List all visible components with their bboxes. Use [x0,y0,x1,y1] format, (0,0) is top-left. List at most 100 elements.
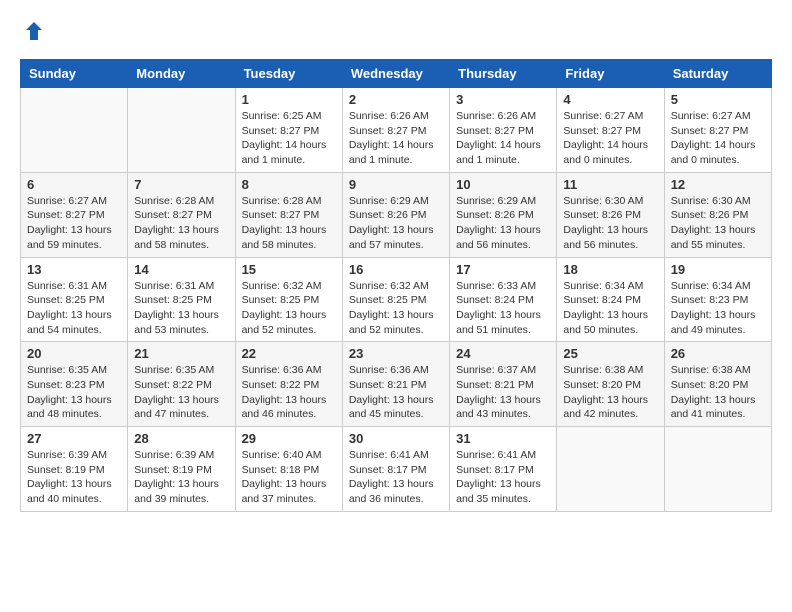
day-number: 3 [456,92,550,107]
day-info: Sunrise: 6:39 AMSunset: 8:19 PMDaylight:… [134,448,228,507]
day-number: 28 [134,431,228,446]
day-info: Sunrise: 6:37 AMSunset: 8:21 PMDaylight:… [456,363,550,422]
day-info: Sunrise: 6:27 AMSunset: 8:27 PMDaylight:… [563,109,657,168]
day-number: 4 [563,92,657,107]
calendar-day-cell: 9 Sunrise: 6:29 AMSunset: 8:26 PMDaylight… [342,172,449,257]
day-number: 16 [349,262,443,277]
day-info: Sunrise: 6:32 AMSunset: 8:25 PMDaylight:… [242,279,336,338]
day-info: Sunrise: 6:38 AMSunset: 8:20 PMDaylight:… [563,363,657,422]
day-number: 27 [27,431,121,446]
calendar-day-cell: 16Sunrise: 6:32 AMSunset: 8:25 PMDayligh… [342,257,449,342]
day-of-week-header: Monday [128,60,235,88]
calendar-day-cell: 25 Sunrise: 6:38 AMSunset: 8:20 PMDayligh… [557,342,664,427]
day-of-week-header: Tuesday [235,60,342,88]
day-info: Sunrise: 6:34 AMSunset: 8:24 PMDaylight:… [563,279,657,338]
calendar-day-cell: 22 Sunrise: 6:36 AMSunset: 8:22 PMDayligh… [235,342,342,427]
day-info: Sunrise: 6:30 AMSunset: 8:26 PMDaylight:… [563,194,657,253]
day-info: Sunrise: 6:38 AMSunset: 8:20 PMDaylight:… [671,363,765,422]
day-number: 18 [563,262,657,277]
day-of-week-header: Wednesday [342,60,449,88]
day-info: Sunrise: 6:27 AMSunset: 8:27 PMDaylight:… [671,109,765,168]
day-number: 13 [27,262,121,277]
calendar-day-cell: 11 Sunrise: 6:30 AMSunset: 8:26 PMDayligh… [557,172,664,257]
logo-text [20,20,46,49]
calendar-day-cell: 19Sunrise: 6:34 AMSunset: 8:23 PMDayligh… [664,257,771,342]
calendar-week-row: 27 Sunrise: 6:39 AMSunset: 8:19 PMDayligh… [21,427,772,512]
day-info: Sunrise: 6:33 AMSunset: 8:24 PMDaylight:… [456,279,550,338]
calendar-day-cell: 27 Sunrise: 6:39 AMSunset: 8:19 PMDayligh… [21,427,128,512]
calendar-week-row: 13 Sunrise: 6:31 AMSunset: 8:25 PMDayligh… [21,257,772,342]
day-info: Sunrise: 6:31 AMSunset: 8:25 PMDaylight:… [27,279,121,338]
calendar-day-cell: 30 Sunrise: 6:41 AMSunset: 8:17 PMDayligh… [342,427,449,512]
day-of-week-header: Sunday [21,60,128,88]
day-info: Sunrise: 6:35 AMSunset: 8:23 PMDaylight:… [27,363,121,422]
day-number: 30 [349,431,443,446]
calendar-day-cell: 10 Sunrise: 6:29 AMSunset: 8:26 PMDayligh… [450,172,557,257]
day-info: Sunrise: 6:30 AMSunset: 8:26 PMDaylight:… [671,194,765,253]
day-number: 12 [671,177,765,192]
day-number: 2 [349,92,443,107]
day-number: 7 [134,177,228,192]
day-number: 26 [671,346,765,361]
day-number: 8 [242,177,336,192]
day-number: 14 [134,262,228,277]
day-info: Sunrise: 6:40 AMSunset: 8:18 PMDaylight:… [242,448,336,507]
calendar-day-cell [21,88,128,173]
calendar-day-cell [128,88,235,173]
calendar-header-row: SundayMondayTuesdayWednesdayThursdayFrid… [21,60,772,88]
day-number: 22 [242,346,336,361]
day-of-week-header: Saturday [664,60,771,88]
day-info: Sunrise: 6:34 AMSunset: 8:23 PMDaylight:… [671,279,765,338]
calendar-week-row: 6 Sunrise: 6:27 AMSunset: 8:27 PMDaylight… [21,172,772,257]
calendar-day-cell: 5 Sunrise: 6:27 AMSunset: 8:27 PMDaylight… [664,88,771,173]
calendar-day-cell: 2 Sunrise: 6:26 AMSunset: 8:27 PMDaylight… [342,88,449,173]
day-number: 25 [563,346,657,361]
day-info: Sunrise: 6:41 AMSunset: 8:17 PMDaylight:… [456,448,550,507]
calendar-day-cell: 3 Sunrise: 6:26 AMSunset: 8:27 PMDaylight… [450,88,557,173]
day-info: Sunrise: 6:27 AMSunset: 8:27 PMDaylight:… [27,194,121,253]
day-number: 20 [27,346,121,361]
calendar-day-cell: 6 Sunrise: 6:27 AMSunset: 8:27 PMDaylight… [21,172,128,257]
day-number: 31 [456,431,550,446]
day-info: Sunrise: 6:36 AMSunset: 8:22 PMDaylight:… [242,363,336,422]
day-number: 10 [456,177,550,192]
day-info: Sunrise: 6:31 AMSunset: 8:25 PMDaylight:… [134,279,228,338]
calendar-day-cell: 4 Sunrise: 6:27 AMSunset: 8:27 PMDaylight… [557,88,664,173]
day-info: Sunrise: 6:36 AMSunset: 8:21 PMDaylight:… [349,363,443,422]
day-info: Sunrise: 6:29 AMSunset: 8:26 PMDaylight:… [456,194,550,253]
day-info: Sunrise: 6:26 AMSunset: 8:27 PMDaylight:… [456,109,550,168]
calendar-day-cell: 17 Sunrise: 6:33 AMSunset: 8:24 PMDayligh… [450,257,557,342]
day-info: Sunrise: 6:26 AMSunset: 8:27 PMDaylight:… [349,109,443,168]
calendar-day-cell [664,427,771,512]
calendar-day-cell: 13 Sunrise: 6:31 AMSunset: 8:25 PMDayligh… [21,257,128,342]
calendar-day-cell: 29 Sunrise: 6:40 AMSunset: 8:18 PMDayligh… [235,427,342,512]
day-number: 6 [27,177,121,192]
day-info: Sunrise: 6:41 AMSunset: 8:17 PMDaylight:… [349,448,443,507]
day-number: 5 [671,92,765,107]
day-number: 24 [456,346,550,361]
calendar-day-cell: 28 Sunrise: 6:39 AMSunset: 8:19 PMDayligh… [128,427,235,512]
day-number: 9 [349,177,443,192]
page-header [20,20,772,49]
calendar-day-cell: 15 Sunrise: 6:32 AMSunset: 8:25 PMDayligh… [235,257,342,342]
calendar-day-cell: 21 Sunrise: 6:35 AMSunset: 8:22 PMDayligh… [128,342,235,427]
day-number: 21 [134,346,228,361]
day-number: 29 [242,431,336,446]
day-number: 23 [349,346,443,361]
day-of-week-header: Friday [557,60,664,88]
day-info: Sunrise: 6:29 AMSunset: 8:26 PMDaylight:… [349,194,443,253]
calendar-day-cell: 1Sunrise: 6:25 AMSunset: 8:27 PMDaylight… [235,88,342,173]
day-number: 15 [242,262,336,277]
calendar-week-row: 1Sunrise: 6:25 AMSunset: 8:27 PMDaylight… [21,88,772,173]
day-info: Sunrise: 6:39 AMSunset: 8:19 PMDaylight:… [27,448,121,507]
calendar-day-cell: 23 Sunrise: 6:36 AMSunset: 8:21 PMDayligh… [342,342,449,427]
calendar-day-cell: 20 Sunrise: 6:35 AMSunset: 8:23 PMDayligh… [21,342,128,427]
day-number: 17 [456,262,550,277]
day-info: Sunrise: 6:25 AMSunset: 8:27 PMDaylight:… [242,109,336,168]
calendar-week-row: 20 Sunrise: 6:35 AMSunset: 8:23 PMDayligh… [21,342,772,427]
calendar-day-cell: 8Sunrise: 6:28 AMSunset: 8:27 PMDaylight… [235,172,342,257]
day-of-week-header: Thursday [450,60,557,88]
day-info: Sunrise: 6:35 AMSunset: 8:22 PMDaylight:… [134,363,228,422]
day-number: 11 [563,177,657,192]
calendar-day-cell: 24 Sunrise: 6:37 AMSunset: 8:21 PMDayligh… [450,342,557,427]
